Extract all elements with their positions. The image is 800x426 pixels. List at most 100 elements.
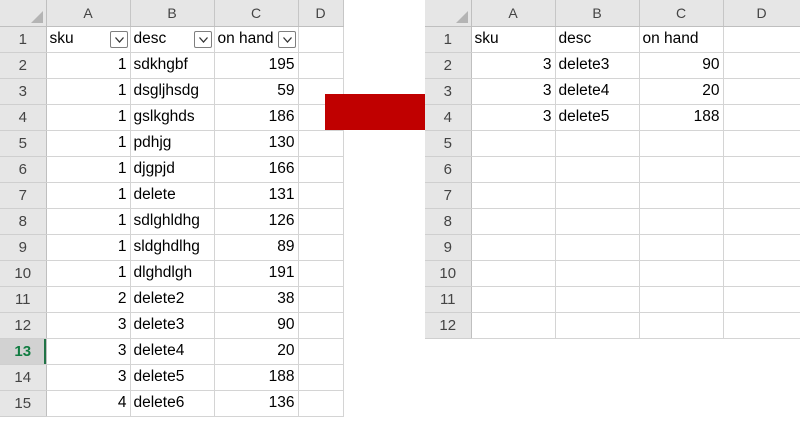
cell-c[interactable]: 191 xyxy=(214,260,299,287)
cell-a[interactable] xyxy=(471,182,556,209)
cell-a[interactable]: 3 xyxy=(46,312,131,339)
cell-c[interactable]: 186 xyxy=(214,104,299,131)
cell-b[interactable]: delete5 xyxy=(555,104,640,131)
cell-c[interactable]: 188 xyxy=(639,104,724,131)
row-header[interactable]: 9 xyxy=(425,234,472,261)
row-header[interactable]: 1 xyxy=(0,26,47,53)
row-header[interactable]: 12 xyxy=(425,312,472,339)
cell-c[interactable] xyxy=(639,286,724,313)
row-header[interactable]: 7 xyxy=(425,182,472,209)
cell-a[interactable]: 1 xyxy=(46,260,131,287)
cell-a[interactable]: 1 xyxy=(46,234,131,261)
filter-dropdown-button[interactable] xyxy=(193,30,212,48)
cell-d[interactable] xyxy=(723,26,800,53)
cell-a[interactable] xyxy=(471,208,556,235)
filter-dropdown-button[interactable] xyxy=(277,30,296,48)
cell-d[interactable] xyxy=(723,234,800,261)
cell-a[interactable]: 1 xyxy=(46,130,131,157)
select-all-corner[interactable] xyxy=(425,0,472,27)
cell-d[interactable] xyxy=(298,182,344,209)
select-all-corner[interactable] xyxy=(0,0,47,27)
cell-c[interactable]: 20 xyxy=(214,338,299,365)
cell-d[interactable] xyxy=(298,26,344,53)
cell-a[interactable]: 3 xyxy=(471,52,556,79)
row-header[interactable]: 14 xyxy=(0,364,47,391)
cell-a[interactable] xyxy=(471,234,556,261)
column-header-a[interactable]: A xyxy=(471,0,556,27)
cell-a[interactable]: 1 xyxy=(46,182,131,209)
cell-a[interactable]: 3 xyxy=(471,78,556,105)
cell-d[interactable] xyxy=(723,312,800,339)
cell-a[interactable]: 3 xyxy=(471,104,556,131)
header-cell-b[interactable]: desc xyxy=(130,26,215,53)
cell-b[interactable]: sdkhgbf xyxy=(130,52,215,79)
column-header-a[interactable]: A xyxy=(46,0,131,27)
cell-d[interactable] xyxy=(723,182,800,209)
cell-c[interactable] xyxy=(639,312,724,339)
cell-b[interactable]: delete3 xyxy=(130,312,215,339)
cell-b[interactable] xyxy=(555,286,640,313)
cell-d[interactable] xyxy=(298,286,344,313)
cell-b[interactable]: delete3 xyxy=(555,52,640,79)
cell-b[interactable]: dsgljhsdg xyxy=(130,78,215,105)
cell-c[interactable]: 38 xyxy=(214,286,299,313)
cell-c[interactable]: 166 xyxy=(214,156,299,183)
cell-b[interactable]: delete5 xyxy=(130,364,215,391)
header-cell-a[interactable]: sku xyxy=(471,26,556,53)
cell-d[interactable] xyxy=(298,312,344,339)
row-header[interactable]: 8 xyxy=(0,208,47,235)
cell-c[interactable]: 195 xyxy=(214,52,299,79)
row-header[interactable]: 2 xyxy=(0,52,47,79)
cell-a[interactable]: 3 xyxy=(46,364,131,391)
row-header[interactable]: 5 xyxy=(0,130,47,157)
cell-b[interactable]: dlghdlgh xyxy=(130,260,215,287)
header-cell-b[interactable]: desc xyxy=(555,26,640,53)
cell-b[interactable]: delete6 xyxy=(130,390,215,417)
column-header-c[interactable]: C xyxy=(214,0,299,27)
row-header[interactable]: 3 xyxy=(425,78,472,105)
row-header[interactable]: 10 xyxy=(0,260,47,287)
cell-b[interactable] xyxy=(555,130,640,157)
cell-b[interactable] xyxy=(555,182,640,209)
cell-c[interactable]: 59 xyxy=(214,78,299,105)
cell-d[interactable] xyxy=(298,364,344,391)
cell-a[interactable]: 2 xyxy=(46,286,131,313)
cell-c[interactable]: 136 xyxy=(214,390,299,417)
cell-b[interactable]: sdlghldhg xyxy=(130,208,215,235)
cell-d[interactable] xyxy=(723,286,800,313)
cell-a[interactable]: 1 xyxy=(46,52,131,79)
cell-d[interactable] xyxy=(298,338,344,365)
cell-b[interactable] xyxy=(555,156,640,183)
cell-a[interactable]: 4 xyxy=(46,390,131,417)
cell-c[interactable] xyxy=(639,260,724,287)
cell-c[interactable]: 90 xyxy=(639,52,724,79)
cell-b[interactable]: djgpjd xyxy=(130,156,215,183)
cell-b[interactable] xyxy=(555,208,640,235)
column-header-b[interactable]: B xyxy=(555,0,640,27)
cell-c[interactable]: 90 xyxy=(214,312,299,339)
cell-d[interactable] xyxy=(723,78,800,105)
cell-b[interactable]: delete4 xyxy=(555,78,640,105)
cell-d[interactable] xyxy=(723,260,800,287)
row-header[interactable]: 11 xyxy=(0,286,47,313)
cell-c[interactable]: 131 xyxy=(214,182,299,209)
cell-c[interactable]: 126 xyxy=(214,208,299,235)
row-header[interactable]: 11 xyxy=(425,286,472,313)
cell-c[interactable] xyxy=(639,156,724,183)
cell-d[interactable] xyxy=(298,208,344,235)
cell-d[interactable] xyxy=(298,156,344,183)
cell-a[interactable]: 3 xyxy=(46,338,131,365)
cell-c[interactable] xyxy=(639,234,724,261)
cell-d[interactable] xyxy=(723,52,800,79)
row-header[interactable]: 8 xyxy=(425,208,472,235)
cell-b[interactable] xyxy=(555,260,640,287)
header-cell-c[interactable]: on hand xyxy=(214,26,299,53)
cell-b[interactable]: gslkghds xyxy=(130,104,215,131)
row-header[interactable]: 2 xyxy=(425,52,472,79)
cell-b[interactable]: sldghdlhg xyxy=(130,234,215,261)
cell-c[interactable]: 130 xyxy=(214,130,299,157)
column-header-d[interactable]: D xyxy=(723,0,800,27)
cell-b[interactable]: delete4 xyxy=(130,338,215,365)
cell-d[interactable] xyxy=(298,390,344,417)
cell-a[interactable] xyxy=(471,260,556,287)
